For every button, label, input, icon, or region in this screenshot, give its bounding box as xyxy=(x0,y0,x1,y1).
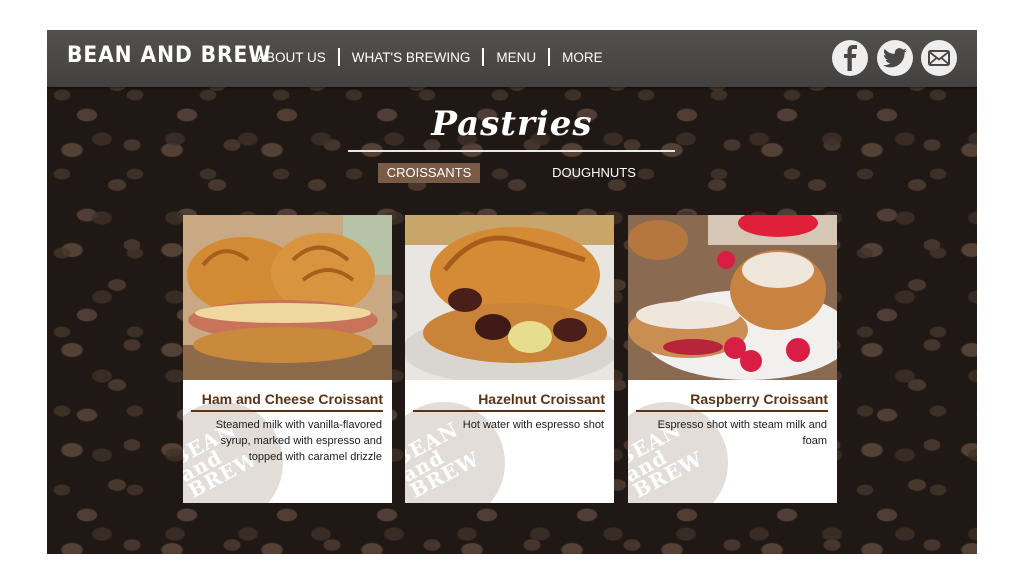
ham-and-cheese-croissant-photo xyxy=(183,215,392,380)
brand-logo[interactable]: BEAN AND BREW xyxy=(67,43,271,68)
section-title-divider xyxy=(348,150,675,152)
tab-croissants[interactable]: CROISSANTS xyxy=(378,163,480,183)
product-title: Hazelnut Croissant xyxy=(478,391,605,407)
tab-doughnuts[interactable]: DOUGHNUTS xyxy=(544,163,644,183)
product-description: Espresso shot with steam milk and foam xyxy=(657,419,827,447)
product-title: Ham and Cheese Croissant xyxy=(201,391,383,407)
raspberry-croissant-photo xyxy=(628,215,837,380)
nav-divider xyxy=(482,48,485,66)
product-card-hazelnut[interactable]: BEAN and BREW Hazelnut Croissant Hot wat… xyxy=(405,215,614,503)
page-frame: BEAN AND BREW ABOUT US WHAT'S BREWING ME… xyxy=(47,30,977,554)
top-navigation-bar: BEAN AND BREW ABOUT US WHAT'S BREWING ME… xyxy=(47,30,977,87)
product-description: Hot water with espresso shot xyxy=(462,419,604,431)
product-title-underline xyxy=(191,410,383,412)
nav-divider xyxy=(337,48,340,66)
facebook-icon[interactable] xyxy=(832,40,868,76)
nav-item-more[interactable]: MORE xyxy=(562,50,603,65)
nav-divider xyxy=(548,48,551,66)
nav-item-about-us[interactable]: ABOUT US xyxy=(257,50,326,65)
email-icon[interactable] xyxy=(921,40,957,76)
product-card-raspberry[interactable]: BEAN and BREW Raspberry Croissant Espres… xyxy=(628,215,837,503)
hazelnut-croissant-photo xyxy=(405,215,614,380)
product-title-underline xyxy=(413,410,605,412)
twitter-icon[interactable] xyxy=(877,40,913,76)
product-title: Raspberry Croissant xyxy=(690,391,828,407)
section-title: Pastries xyxy=(431,104,593,144)
product-description: Steamed milk with vanilla-flavored syrup… xyxy=(215,419,382,463)
nav-item-menu[interactable]: MENU xyxy=(496,50,536,65)
nav-item-whats-brewing[interactable]: WHAT'S BREWING xyxy=(352,50,471,65)
product-card-ham-and-cheese[interactable]: BEAN and BREW Ham and Cheese Croissant S… xyxy=(183,215,392,503)
main-nav: ABOUT US WHAT'S BREWING MENU MORE xyxy=(257,48,603,66)
product-title-underline xyxy=(636,410,828,412)
